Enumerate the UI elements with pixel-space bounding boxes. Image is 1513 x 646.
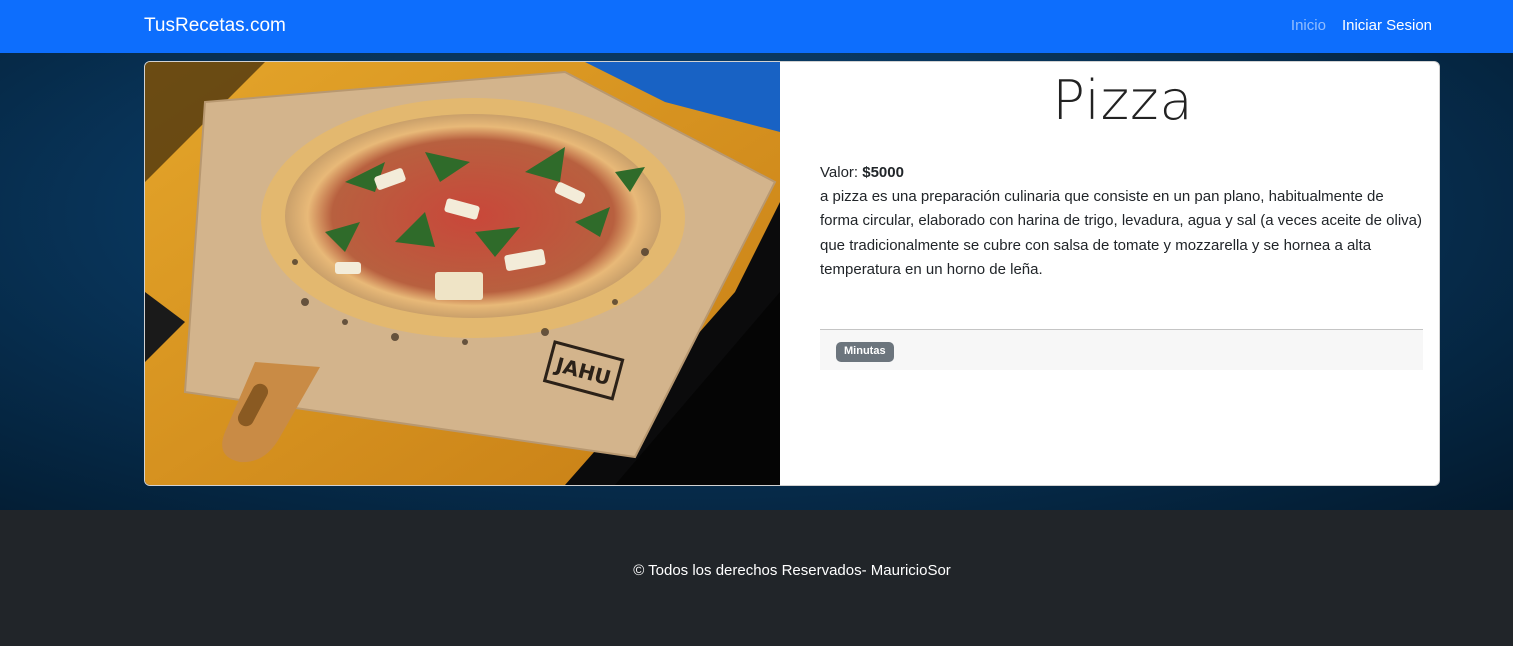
- recipe-description: a pizza es una preparación culinaria que…: [820, 188, 1422, 278]
- price-value: $5000: [862, 164, 904, 181]
- nav-link-iniciar-sesion[interactable]: Iniciar Sesion: [1342, 16, 1432, 36]
- pizza-photo-icon: JAHU: [145, 62, 780, 485]
- price-line: Valor: $5000: [820, 161, 1426, 185]
- brand-link[interactable]: TusRecetas.com: [144, 14, 286, 38]
- nav-link-inicio[interactable]: Inicio: [1291, 16, 1326, 36]
- footer-copyright: © Todos los derechos Reservados- Maurici…: [633, 562, 951, 579]
- nav-links: Inicio Iniciar Sesion: [1291, 16, 1432, 36]
- card-footer: Minutas: [820, 329, 1423, 370]
- page-footer: © Todos los derechos Reservados- Maurici…: [0, 510, 1513, 646]
- recipe-title: Pizza: [1052, 69, 1194, 132]
- pizza-image: JAHU: [145, 62, 780, 485]
- recipe-card: JAHU Pizza Valor: $5000 a pizza es una p…: [144, 61, 1440, 486]
- card-body: Pizza Valor: $5000 a pizza es una prepar…: [780, 62, 1439, 485]
- navbar: TusRecetas.com Inicio Iniciar Sesion: [0, 0, 1513, 53]
- price-label: Valor:: [820, 164, 859, 181]
- category-badge: Minutas: [836, 342, 894, 362]
